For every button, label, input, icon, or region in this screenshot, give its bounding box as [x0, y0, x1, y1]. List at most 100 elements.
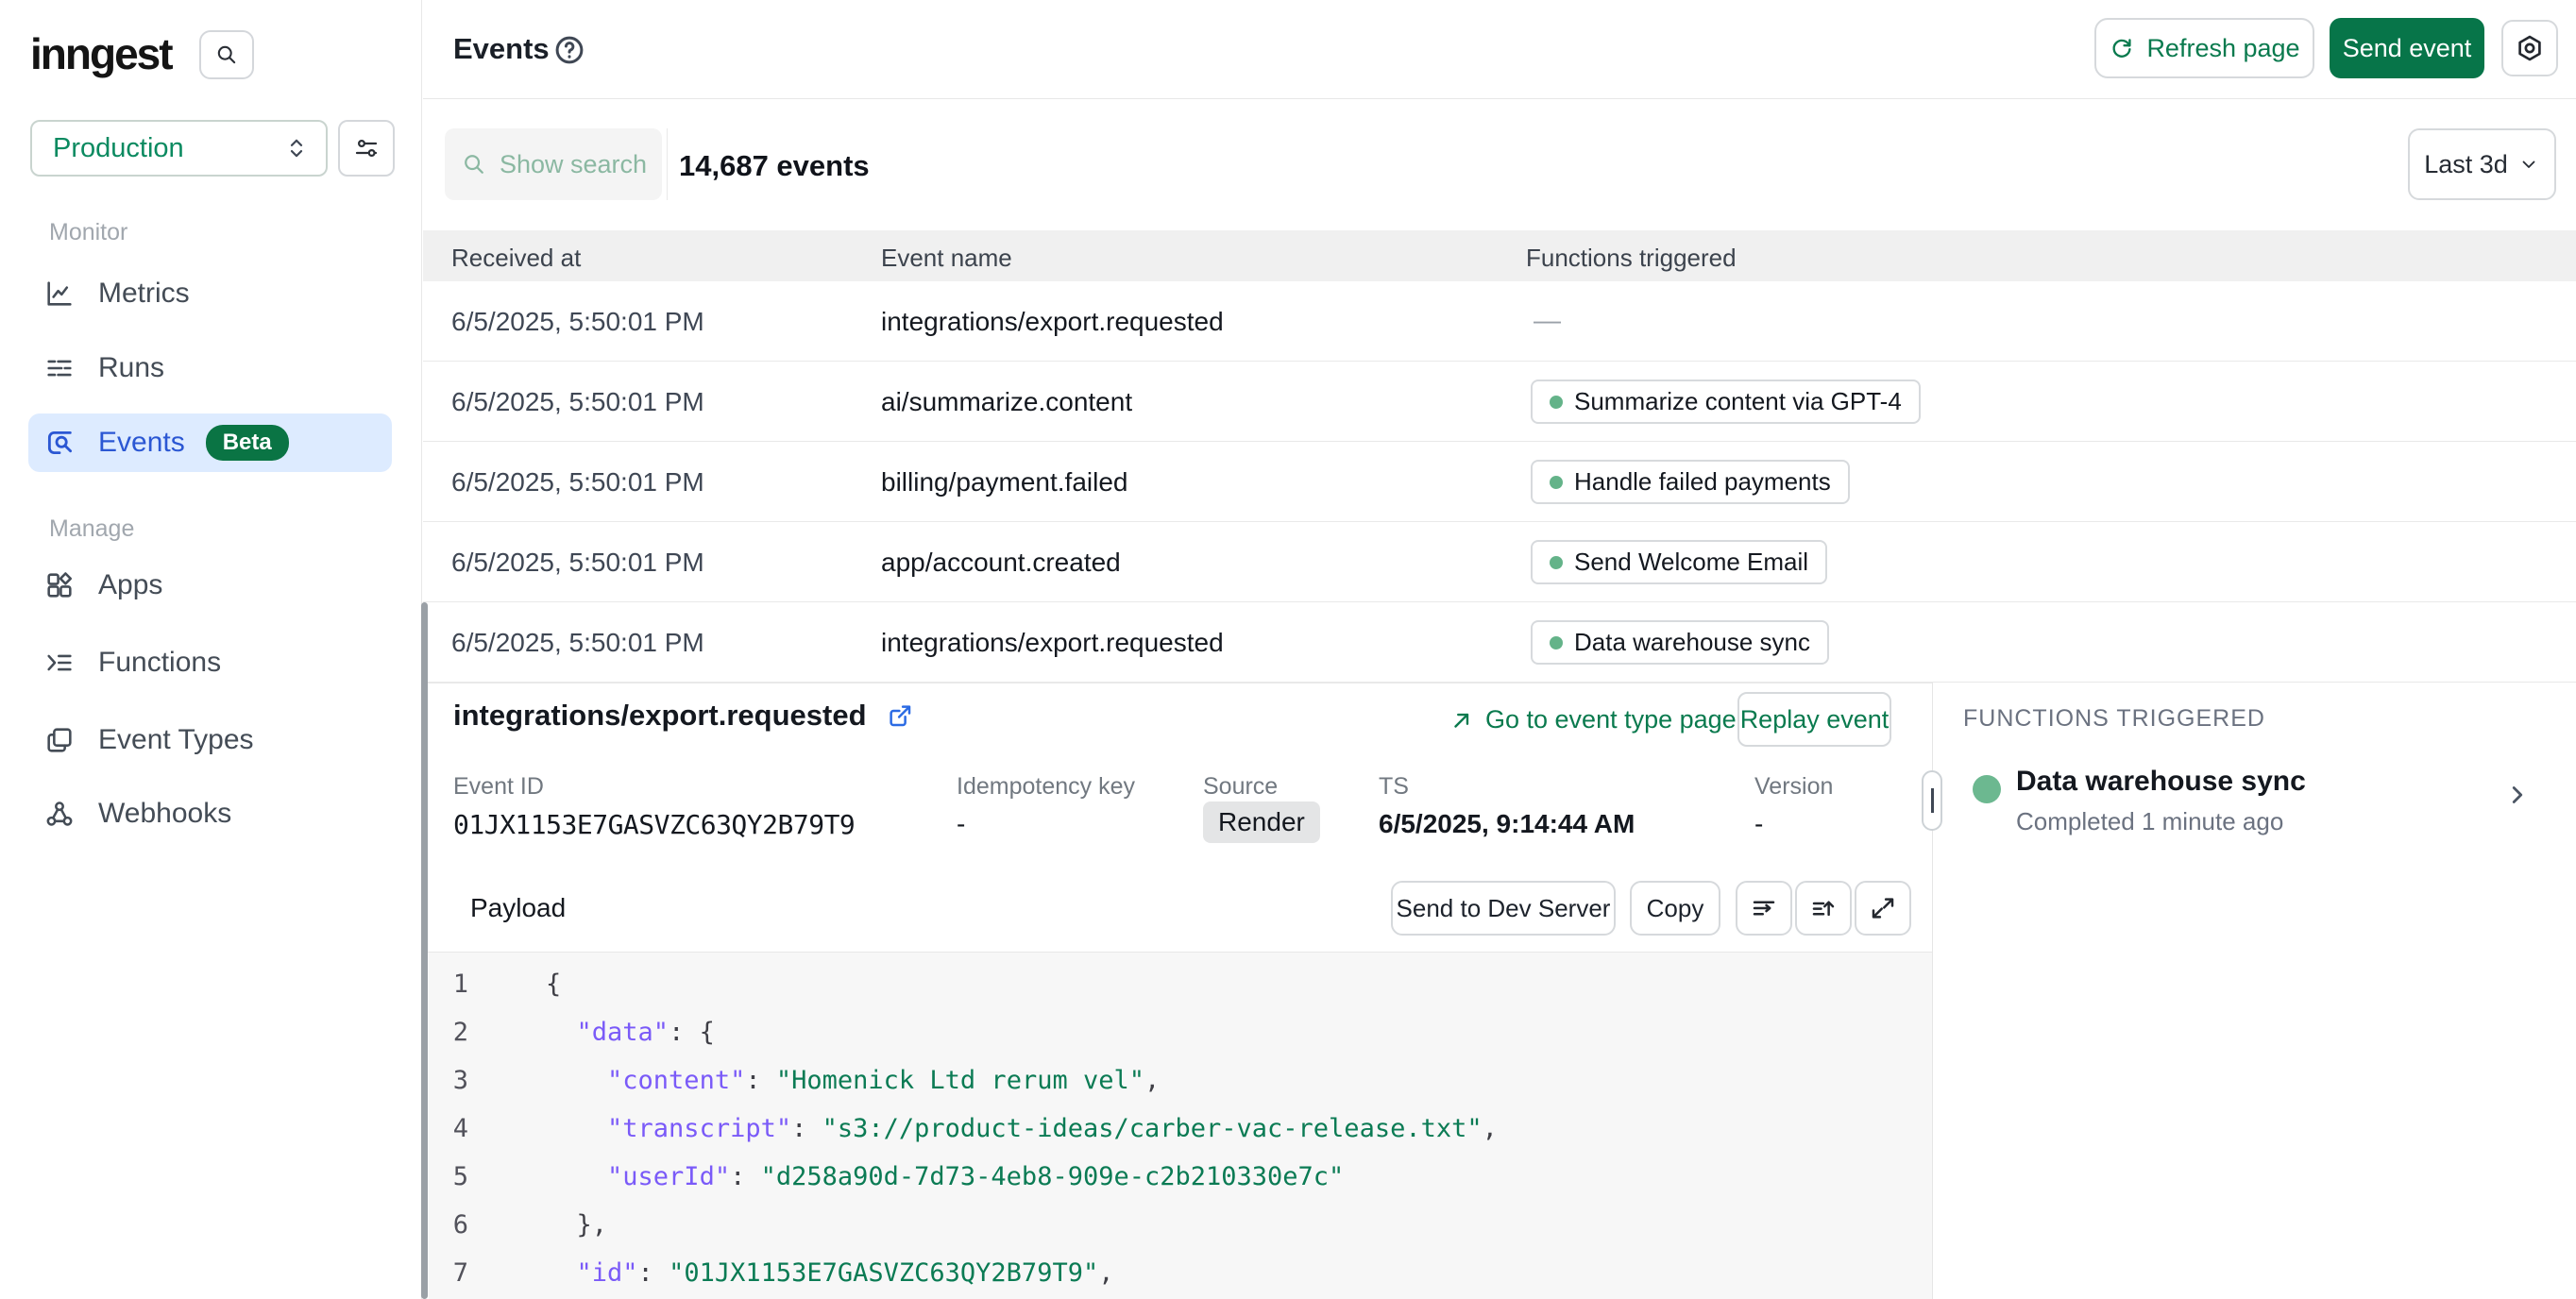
- panel-resize-handle[interactable]: [1922, 770, 1942, 831]
- code-line: 2 "data": {: [429, 1008, 1932, 1056]
- function-pill[interactable]: Data warehouse sync: [1531, 620, 1829, 665]
- expand-button[interactable]: [1855, 881, 1911, 936]
- no-function-dash: —: [1534, 306, 1561, 337]
- table-row[interactable]: 6/5/2025, 5:50:01 PMintegrations/export.…: [423, 602, 2576, 683]
- event-types-icon: [43, 724, 76, 756]
- line-number: 3: [429, 1056, 468, 1105]
- payload-code-editor[interactable]: 1{2 "data": {3 "content": "Homenick Ltd …: [429, 953, 1932, 1299]
- sidebar-item-label: Runs: [98, 352, 164, 384]
- version-value: -: [1754, 809, 1763, 839]
- copy-button[interactable]: Copy: [1630, 881, 1720, 936]
- status-dot: [1550, 396, 1563, 409]
- table-row[interactable]: 6/5/2025, 5:50:01 PMapp/account.createdS…: [423, 522, 2576, 602]
- word-wrap-button[interactable]: [1736, 881, 1792, 936]
- environment-select[interactable]: Production: [30, 120, 328, 177]
- source-badge: Render: [1203, 801, 1320, 843]
- status-dot-completed: [1973, 775, 2001, 803]
- event-meta: Event ID 01JX1153E7GASVZC63QY2B79T9 Idem…: [423, 773, 1933, 877]
- function-pill-label: Summarize content via GPT-4: [1574, 387, 1902, 416]
- resize-grip: [1931, 788, 1934, 813]
- sidebar-item-label: Event Types: [98, 724, 254, 756]
- sidebar-item-event-types[interactable]: Event Types: [28, 714, 392, 767]
- sidebar-item-functions[interactable]: Functions: [28, 636, 392, 689]
- events-search-icon: [43, 427, 76, 459]
- version-label: Version: [1754, 773, 1833, 801]
- inngest-logo: inngest: [30, 28, 172, 79]
- time-range-value: Last 3d: [2424, 150, 2508, 179]
- table-row[interactable]: 6/5/2025, 5:50:01 PMbilling/payment.fail…: [423, 442, 2576, 522]
- sidebar-item-label: Webhooks: [98, 798, 231, 830]
- refresh-page-button[interactable]: Refresh page: [2094, 18, 2314, 78]
- function-status: Completed 1 minute ago: [2016, 807, 2283, 836]
- function-run-item[interactable]: Data warehouse sync Completed 1 minute a…: [1933, 766, 2576, 856]
- external-link-icon[interactable]: [886, 701, 914, 730]
- sidebar-item-label: Events: [98, 427, 185, 459]
- sidebar-section-monitor: Monitor: [49, 219, 127, 246]
- global-search-button[interactable]: [199, 30, 254, 79]
- event-detail-title: integrations/export.requested: [453, 699, 914, 733]
- sliders-icon: [352, 134, 381, 162]
- payload-header: Payload Send to Dev Server Copy: [423, 865, 1933, 953]
- events-count: 14,687 events: [679, 149, 870, 183]
- line-number: 4: [429, 1105, 468, 1153]
- code-text: {: [546, 960, 561, 1008]
- line-number: 6: [429, 1201, 468, 1249]
- code-text: "data": {: [546, 1008, 715, 1056]
- help-icon[interactable]: [552, 33, 586, 67]
- event-detail-panel: integrations/export.requested Go to even…: [423, 683, 1933, 1299]
- code-line: 5 "userId": "d258a90d-7d73-4eb8-909e-c2b…: [429, 1153, 1932, 1201]
- table-row[interactable]: 6/5/2025, 5:50:01 PMai/summarize.content…: [423, 362, 2576, 442]
- function-name: Data warehouse sync: [2016, 766, 2306, 798]
- table-row[interactable]: 6/5/2025, 5:50:01 PMintegrations/export.…: [423, 281, 2576, 362]
- runs-list-icon: [43, 352, 76, 384]
- go-to-event-type-link[interactable]: Go to event type page: [1449, 705, 1737, 734]
- sidebar-item-events[interactable]: Events Beta: [28, 413, 392, 472]
- code-text: "transcript": "s3://product-ideas/carber…: [546, 1105, 1498, 1153]
- replay-event-label: Replay event: [1740, 705, 1890, 734]
- toolbar-divider: [667, 128, 668, 200]
- replay-event-button[interactable]: Replay event: [1737, 692, 1891, 747]
- chevron-right-icon[interactable]: [2503, 781, 2532, 809]
- apps-grid-icon: [43, 569, 76, 601]
- event-id-label: Event ID: [453, 773, 544, 801]
- function-pill[interactable]: Summarize content via GPT-4: [1531, 380, 1921, 424]
- chevron-up-down-icon: [282, 134, 311, 162]
- line-number: 7: [429, 1249, 468, 1297]
- events-table-body: 6/5/2025, 5:50:01 PMintegrations/export.…: [423, 281, 2576, 683]
- sidebar-item-metrics[interactable]: Metrics: [28, 267, 392, 320]
- code-line: 4 "transcript": "s3://product-ideas/carb…: [429, 1105, 1932, 1153]
- send-event-button[interactable]: Send event: [2330, 18, 2484, 78]
- ts-value: 6/5/2025, 9:14:44 AM: [1379, 809, 1635, 839]
- page-title: Events: [453, 32, 550, 66]
- show-search-label: Show search: [500, 150, 647, 179]
- lines-arrow-up-icon: [1809, 894, 1838, 922]
- settings-button[interactable]: [2501, 20, 2558, 76]
- function-pill[interactable]: Send Welcome Email: [1531, 540, 1827, 584]
- sidebar-item-label: Metrics: [98, 278, 190, 310]
- function-pill[interactable]: Handle failed payments: [1531, 460, 1850, 504]
- search-icon: [460, 150, 488, 178]
- status-dot: [1550, 556, 1563, 569]
- vertical-scrollbar-thumb[interactable]: [421, 602, 428, 1299]
- sidebar-item-runs[interactable]: Runs: [28, 342, 392, 395]
- sidebar-item-apps[interactable]: Apps: [28, 559, 392, 612]
- send-event-label: Send event: [2343, 34, 2472, 63]
- metrics-chart-icon: [43, 278, 76, 310]
- sidebar-item-label: Apps: [98, 569, 162, 601]
- table-header: Received at Event name Functions trigger…: [423, 230, 2576, 281]
- show-search-button[interactable]: Show search: [445, 128, 662, 200]
- row-event-name: billing/payment.failed: [881, 467, 1128, 498]
- row-event-name: ai/summarize.content: [881, 387, 1132, 417]
- sidebar-item-webhooks[interactable]: Webhooks: [28, 787, 392, 840]
- time-range-dropdown[interactable]: Last 3d: [2408, 128, 2556, 200]
- status-dot: [1550, 636, 1563, 650]
- functions-triggered-panel: FUNCTIONS TRIGGERED Data warehouse sync …: [1932, 683, 2576, 1299]
- payload-size-button[interactable]: [1795, 881, 1852, 936]
- environment-filter-button[interactable]: [338, 120, 395, 177]
- send-to-dev-server-button[interactable]: Send to Dev Server: [1391, 881, 1616, 936]
- column-event-name: Event name: [881, 244, 1012, 273]
- idempotency-key-label: Idempotency key: [957, 773, 1135, 801]
- code-line: 6 },: [429, 1201, 1932, 1249]
- functions-triggered-heading: FUNCTIONS TRIGGERED: [1963, 705, 2265, 733]
- function-pill-label: Send Welcome Email: [1574, 548, 1808, 577]
